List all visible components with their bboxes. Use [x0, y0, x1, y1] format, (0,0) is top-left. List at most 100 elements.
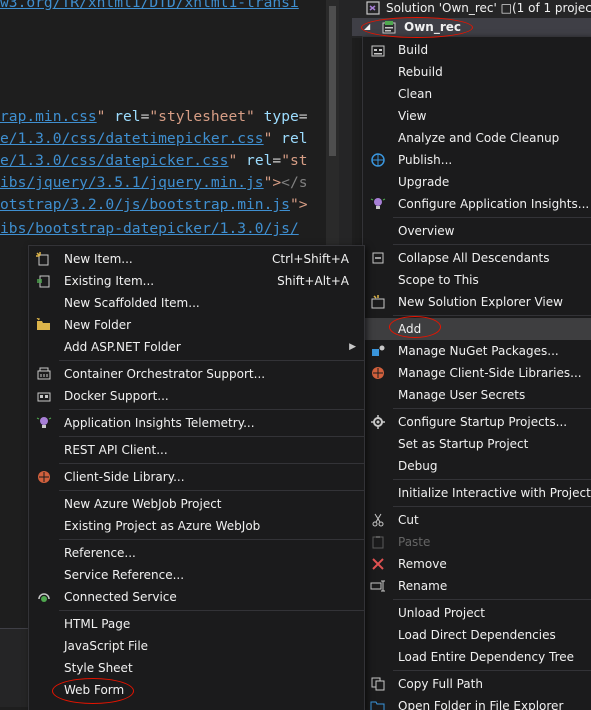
menu-item-web-form[interactable]: Web Form — [29, 679, 364, 701]
menu-item-publish[interactable]: Publish... — [363, 149, 591, 171]
menu-item-new-solution-explorer-view[interactable]: New Solution Explorer View — [363, 291, 591, 313]
menu-item-unload-project[interactable]: Unload Project — [363, 602, 591, 624]
code-token: " — [228, 152, 247, 169]
solution-node[interactable]: Solution 'Own_rec' □(1 of 1 project) — [352, 0, 591, 17]
menu-item-rename[interactable]: Rename — [363, 575, 591, 597]
menu-item-container-orchestrator-support[interactable]: Container Orchestrator Support... — [29, 363, 364, 385]
menu-item-rebuild[interactable]: Rebuild — [363, 61, 591, 83]
menu-item-existing-project-as-azure-webjob[interactable]: Existing Project as Azure WebJob — [29, 515, 364, 537]
menu-item-client-side-library[interactable]: Client-Side Library... — [29, 466, 364, 488]
paste-icon — [372, 536, 384, 549]
menu-item-label: Analyze and Code Cleanup — [398, 131, 560, 145]
menu-item-new-scaffolded-item[interactable]: New Scaffolded Item... — [29, 292, 364, 314]
nuget-icon — [372, 345, 385, 356]
copy-icon — [371, 677, 385, 691]
menu-item-new-azure-webjob-project[interactable]: New Azure WebJob Project — [29, 493, 364, 515]
menu-item-collapse-all-descendants[interactable]: Collapse All Descendants — [363, 247, 591, 269]
menu-item-new-item[interactable]: New Item... Ctrl+Shift+A — [29, 248, 364, 270]
menu-separator — [59, 436, 364, 437]
code-line[interactable]: rap.min.css" rel="stylesheet" type= — [0, 106, 308, 128]
menu-item-configure-startup-projects[interactable]: Configure Startup Projects... — [363, 411, 591, 433]
solution-label: Solution 'Own_rec' □(1 of 1 project) — [386, 1, 591, 15]
menu-item-initialize-interactive-with-project[interactable]: Initialize Interactive with Project — [363, 482, 591, 504]
menu-item-label: Unload Project — [398, 606, 485, 620]
solution-icon — [366, 1, 380, 15]
bottom-panel-divider — [0, 628, 30, 629]
menu-separator — [393, 599, 591, 600]
remove-icon — [372, 558, 384, 570]
menu-item-remove[interactable]: Remove — [363, 553, 591, 575]
menu-separator — [393, 315, 591, 316]
menu-item-paste[interactable]: Paste — [363, 531, 591, 553]
menu-item-label: Overview — [398, 224, 455, 238]
solution-explorer: Solution 'Own_rec' □(1 of 1 project) ◢ O… — [352, 0, 591, 38]
menu-item-configure-application-insights[interactable]: Configure Application Insights... — [363, 193, 591, 215]
menu-item-build[interactable]: Build — [363, 39, 591, 61]
code-token: "> — [263, 174, 282, 191]
menu-item-rest-api-client[interactable]: REST API Client... — [29, 439, 364, 461]
code-line[interactable]: ibs/bootstrap-datepicker/1.3.0/js/ — [0, 218, 299, 240]
menu-item-javascript-file[interactable]: JavaScript File — [29, 635, 364, 657]
lightbulb-icon — [36, 417, 52, 428]
menu-item-debug[interactable]: Debug — [363, 455, 591, 477]
menu-item-scope-to-this[interactable]: Scope to This — [363, 269, 591, 291]
menu-item-docker-support[interactable]: Docker Support... — [29, 385, 364, 407]
scissors-icon — [372, 513, 384, 527]
editor-scroll-thumb[interactable] — [329, 6, 336, 156]
project-node[interactable]: ◢ Own_rec — [352, 18, 591, 36]
menu-item-new-folder[interactable]: New Folder — [29, 314, 364, 336]
code-line[interactable]: w3.org/TR/xhtml1/DTD/xhtml1-transi — [0, 0, 299, 14]
menu-item-existing-item[interactable]: Existing Item... Shift+Alt+A — [29, 270, 364, 292]
menu-item-load-entire-dependency-tree[interactable]: Load Entire Dependency Tree — [363, 646, 591, 668]
folder-open-icon — [370, 701, 385, 710]
menu-item-application-insights-telemetry[interactable]: Application Insights Telemetry... — [29, 412, 364, 434]
menu-item-set-as-startup-project[interactable]: Set as Startup Project — [363, 433, 591, 455]
code-token: </s — [281, 174, 308, 191]
menu-item-copy-full-path[interactable]: Copy Full Path — [363, 673, 591, 695]
menu-item-cut[interactable]: Cut — [363, 509, 591, 531]
menu-item-view[interactable]: View — [363, 105, 591, 127]
menu-item-connected-service[interactable]: Connected Service — [29, 586, 364, 608]
code-token: rap.min.css — [0, 108, 97, 125]
menu-item-label: Add — [398, 322, 422, 336]
menu-item-style-sheet[interactable]: Style Sheet — [29, 657, 364, 679]
menu-item-label: Build — [398, 43, 429, 57]
menu-item-manage-nuget-packages[interactable]: Manage NuGet Packages... — [363, 340, 591, 362]
menu-item-load-direct-dependencies[interactable]: Load Direct Dependencies — [363, 624, 591, 646]
menu-item-label: Existing Project as Azure WebJob — [64, 519, 261, 533]
menu-item-label: Initialize Interactive with Project — [398, 486, 591, 500]
menu-item-label: Debug — [398, 459, 438, 473]
menu-item-label: Cut — [398, 513, 419, 527]
menu-item-label: Collapse All Descendants — [398, 251, 550, 265]
container-icon — [37, 367, 51, 380]
menu-item-add[interactable]: Add — [363, 318, 591, 340]
menu-item-add-asp-net-folder[interactable]: Add ASP.NET Folder ▶ — [29, 336, 364, 358]
menu-item-label: Existing Item... — [64, 274, 155, 288]
menu-separator — [393, 479, 591, 480]
menu-item-label: New Scaffolded Item... — [64, 296, 200, 310]
menu-item-label: Configure Startup Projects... — [398, 415, 568, 429]
menu-item-label: JavaScript File — [64, 639, 149, 653]
menu-item-label: View — [398, 109, 427, 123]
code-line[interactable]: ibs/jquery/3.5.1/jquery.min.js"></s — [0, 172, 308, 194]
menu-item-label: REST API Client... — [64, 443, 168, 457]
code-line[interactable]: otstrap/3.2.0/js/bootstrap.min.js"> — [0, 194, 308, 216]
menu-item-overview[interactable]: Overview — [363, 220, 591, 242]
menu-item-label: Remove — [398, 557, 447, 571]
menu-item-service-reference[interactable]: Service Reference... — [29, 564, 364, 586]
new-view-icon — [371, 295, 385, 309]
code-line[interactable]: e/1.3.0/css/datetimepicker.css" rel — [0, 128, 308, 150]
menu-item-manage-user-secrets[interactable]: Manage User Secrets — [363, 384, 591, 406]
menu-item-upgrade[interactable]: Upgrade — [363, 171, 591, 193]
menu-separator — [393, 670, 591, 671]
menu-item-manage-client-side-libraries[interactable]: Manage Client-Side Libraries... — [363, 362, 591, 384]
menu-item-html-page[interactable]: HTML Page — [29, 613, 364, 635]
menu-item-open-folder-in-file-explorer[interactable]: Open Folder in File Explorer — [363, 695, 591, 710]
menu-item-shortcut: Ctrl+Shift+A — [272, 252, 349, 266]
expand-arrow-icon[interactable]: ◢ — [364, 18, 370, 36]
menu-item-reference[interactable]: Reference... — [29, 542, 364, 564]
code-token: = — [272, 152, 282, 169]
menu-item-analyze-and-code-cleanup[interactable]: Analyze and Code Cleanup — [363, 127, 591, 149]
code-line[interactable]: e/1.3.0/css/datepicker.css" rel="st — [0, 150, 308, 172]
menu-item-clean[interactable]: Clean — [363, 83, 591, 105]
